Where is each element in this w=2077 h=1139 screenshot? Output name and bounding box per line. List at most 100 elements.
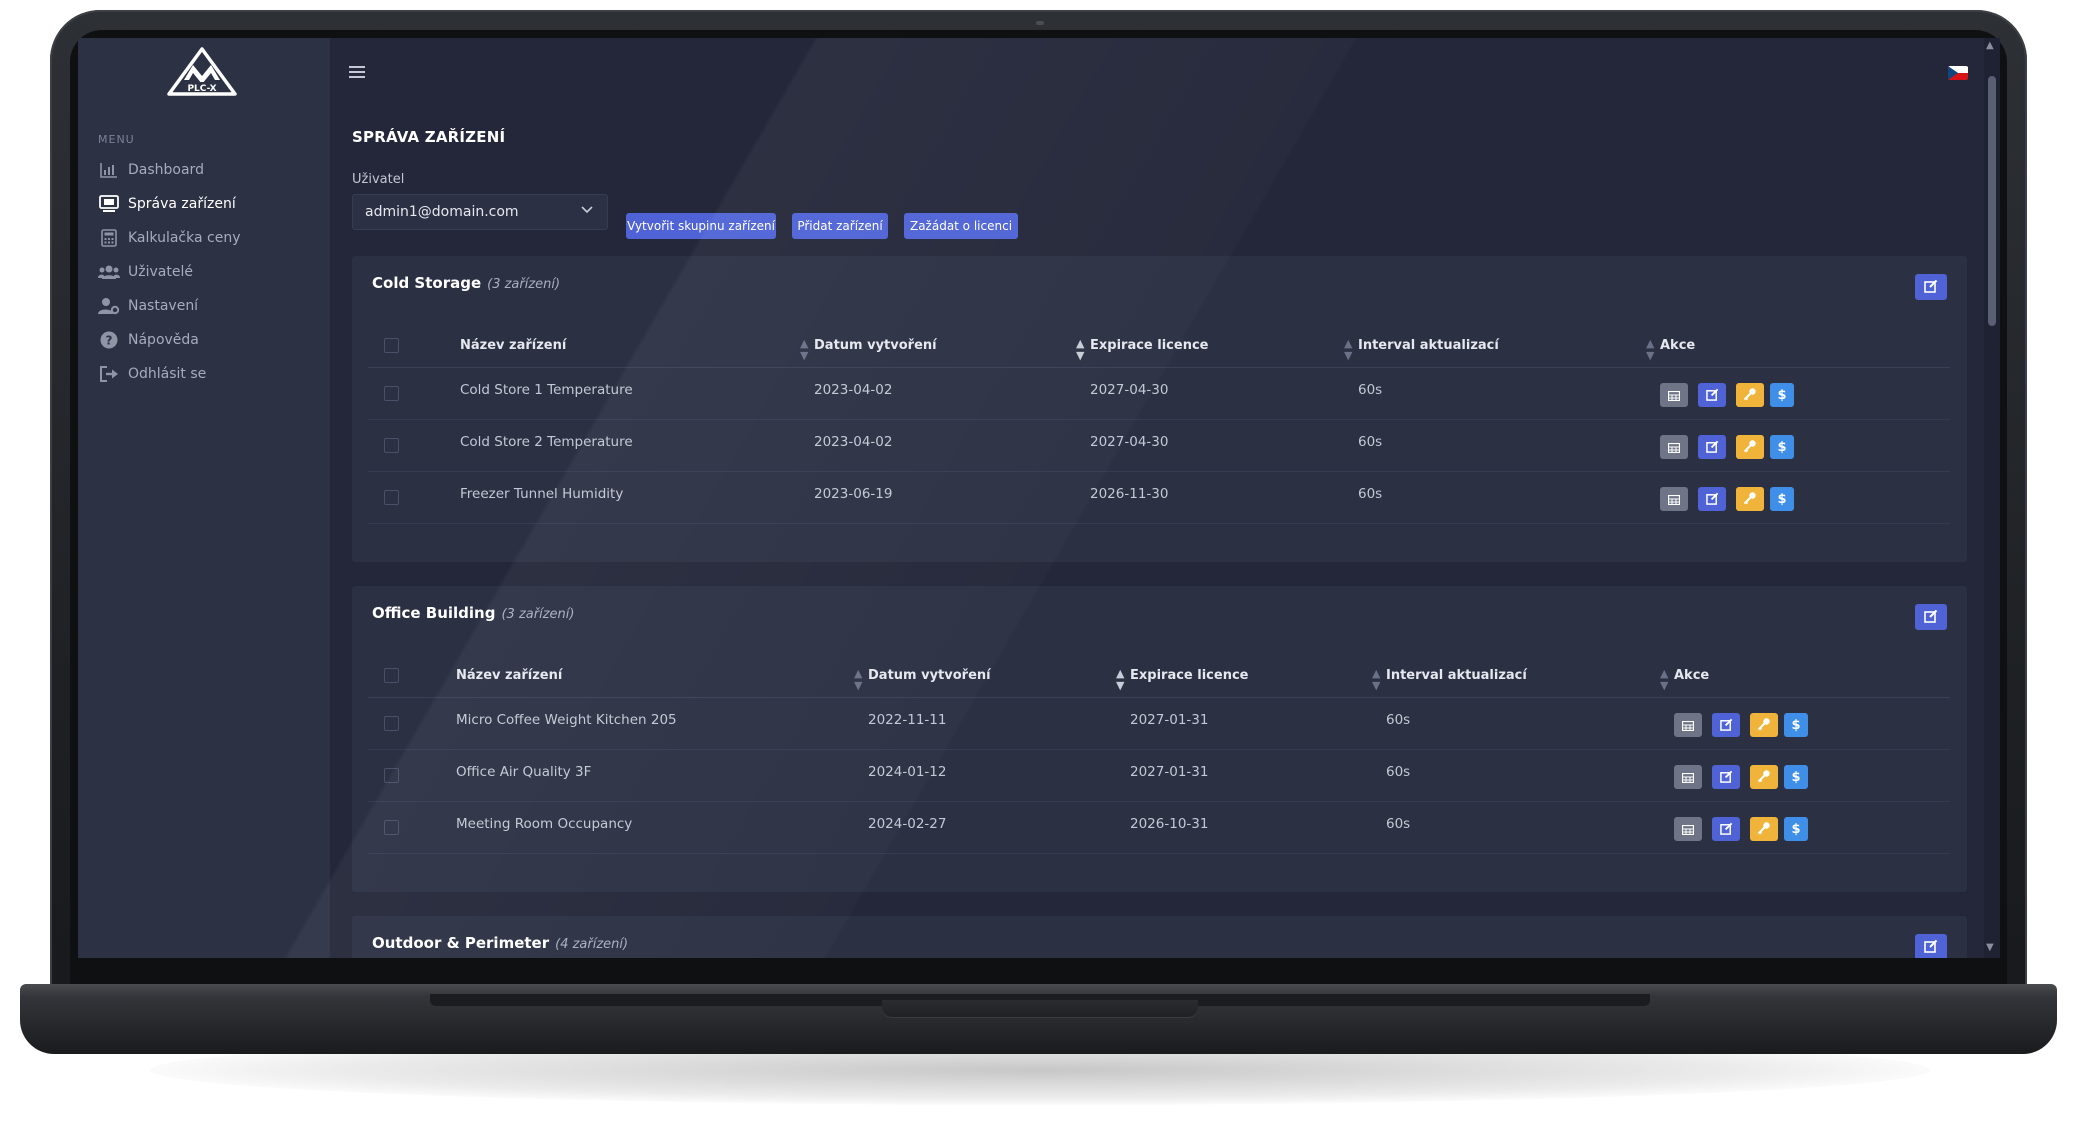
scroll-down-icon[interactable]: ▼ bbox=[1986, 942, 1994, 953]
laptop-mockup: PLC-X MENU Dashboard Správa zařízení Kal… bbox=[0, 0, 2077, 1139]
edit-group-button[interactable] bbox=[1915, 274, 1947, 300]
license-expiry: 2027-04-30 bbox=[1090, 382, 1169, 398]
menu-label: MENU bbox=[98, 133, 135, 146]
request-license-button[interactable]: Zažádat o licenci bbox=[904, 213, 1018, 239]
page-title: SPRÁVA ZAŘÍZENÍ bbox=[352, 128, 506, 146]
select-all-checkbox[interactable] bbox=[384, 338, 399, 353]
row-checkbox[interactable] bbox=[384, 490, 399, 505]
scroll-up-icon[interactable]: ▲ bbox=[1986, 40, 1994, 51]
license-expiry: 2027-01-31 bbox=[1130, 712, 1209, 728]
table-view-button[interactable] bbox=[1660, 435, 1688, 459]
menu-toggle-icon[interactable] bbox=[348, 64, 366, 82]
table-header: Název zařízení ▲ ▼ Datum vytvoření ▲ ▼ Exp… bbox=[368, 654, 1950, 698]
edit-group-button[interactable] bbox=[1915, 604, 1947, 630]
dollar-icon: $ bbox=[1777, 439, 1787, 455]
user-select[interactable]: admin1@domain.com bbox=[352, 194, 608, 230]
edit-icon bbox=[1705, 490, 1719, 509]
created-date: 2024-01-12 bbox=[868, 764, 947, 780]
sort-icon[interactable]: ▲ ▼ bbox=[1344, 338, 1352, 362]
edit-device-button[interactable] bbox=[1698, 383, 1726, 407]
pricing-button[interactable]: $ bbox=[1784, 713, 1808, 737]
group-name: Cold Storage bbox=[372, 274, 482, 292]
device-name: Meeting Room Occupancy bbox=[456, 816, 633, 832]
sidebar: PLC-X MENU Dashboard Správa zařízení Kal… bbox=[78, 38, 330, 958]
app-screen: PLC-X MENU Dashboard Správa zařízení Kal… bbox=[78, 38, 2000, 958]
license-key-button[interactable] bbox=[1750, 765, 1778, 789]
edit-group-button[interactable] bbox=[1915, 934, 1947, 958]
key-icon bbox=[1743, 490, 1757, 509]
update-interval: 60s bbox=[1386, 816, 1411, 832]
add-device-button[interactable]: Přidat zařízení bbox=[792, 213, 888, 239]
row-checkbox[interactable] bbox=[384, 716, 399, 731]
edit-device-button[interactable] bbox=[1698, 435, 1726, 459]
table-row: Freezer Tunnel Humidity 2023-06-19 2026-… bbox=[368, 472, 1950, 524]
table-icon bbox=[1667, 438, 1681, 457]
table-view-button[interactable] bbox=[1674, 765, 1702, 789]
calculator-icon bbox=[98, 227, 120, 249]
row-checkbox[interactable] bbox=[384, 386, 399, 401]
sidebar-item-logout[interactable]: Odhlásit se bbox=[98, 359, 318, 389]
col-header-created[interactable]: Datum vytvoření bbox=[814, 338, 937, 353]
row-checkbox[interactable] bbox=[384, 820, 399, 835]
col-header-expiry[interactable]: Expirace licence bbox=[1130, 668, 1248, 683]
table-view-button[interactable] bbox=[1660, 383, 1688, 407]
edit-icon bbox=[1924, 938, 1938, 957]
device-icon bbox=[98, 193, 120, 215]
table-icon bbox=[1681, 768, 1695, 787]
sidebar-item-users[interactable]: Uživatelé bbox=[98, 257, 318, 287]
row-checkbox[interactable] bbox=[384, 768, 399, 783]
license-key-button[interactable] bbox=[1736, 487, 1764, 511]
license-key-button[interactable] bbox=[1736, 435, 1764, 459]
device-group-card: Office Building (3 zařízení) Název zaříze… bbox=[352, 586, 1967, 892]
col-header-interval[interactable]: Interval aktualizací bbox=[1386, 668, 1527, 683]
table-view-button[interactable] bbox=[1660, 487, 1688, 511]
group-name: Outdoor & Perimeter bbox=[372, 934, 550, 952]
sidebar-item-device-management[interactable]: Správa zařízení bbox=[98, 189, 318, 219]
col-header-expiry[interactable]: Expirace licence bbox=[1090, 338, 1208, 353]
pricing-button[interactable]: $ bbox=[1770, 435, 1794, 459]
edit-device-button[interactable] bbox=[1712, 765, 1740, 789]
create-group-button[interactable]: Vytvořit skupinu zařízení bbox=[626, 213, 776, 239]
sort-icon-active[interactable]: ▲ ▼ bbox=[1076, 338, 1084, 362]
czech-flag-icon[interactable] bbox=[1948, 66, 1968, 80]
edit-device-button[interactable] bbox=[1712, 817, 1740, 841]
table-view-button[interactable] bbox=[1674, 713, 1702, 737]
pricing-button[interactable]: $ bbox=[1770, 383, 1794, 407]
plc-x-logo[interactable]: PLC-X bbox=[166, 46, 238, 98]
edit-icon bbox=[1705, 438, 1719, 457]
sidebar-item-dashboard[interactable]: Dashboard bbox=[98, 155, 318, 185]
sort-icon[interactable]: ▲ ▼ bbox=[1660, 668, 1668, 692]
col-header-name[interactable]: Název zařízení bbox=[460, 338, 566, 353]
pricing-button[interactable]: $ bbox=[1784, 817, 1808, 841]
select-all-checkbox[interactable] bbox=[384, 668, 399, 683]
edit-icon bbox=[1719, 716, 1733, 735]
sidebar-item-price-calculator[interactable]: Kalkulačka ceny bbox=[98, 223, 318, 253]
sort-icon-active[interactable]: ▲ ▼ bbox=[1116, 668, 1124, 692]
sidebar-item-settings[interactable]: Nastavení bbox=[98, 291, 318, 321]
sort-icon[interactable]: ▲ ▼ bbox=[1372, 668, 1380, 692]
logout-icon bbox=[98, 363, 120, 385]
license-key-button[interactable] bbox=[1750, 817, 1778, 841]
pricing-button[interactable]: $ bbox=[1770, 487, 1794, 511]
license-expiry: 2026-11-30 bbox=[1090, 486, 1169, 502]
col-header-name[interactable]: Název zařízení bbox=[456, 668, 562, 683]
license-key-button[interactable] bbox=[1750, 713, 1778, 737]
sort-icon[interactable]: ▲ ▼ bbox=[1646, 338, 1654, 362]
col-header-created[interactable]: Datum vytvoření bbox=[868, 668, 991, 683]
pricing-button[interactable]: $ bbox=[1784, 765, 1808, 789]
edit-device-button[interactable] bbox=[1698, 487, 1726, 511]
col-header-interval[interactable]: Interval aktualizací bbox=[1358, 338, 1499, 353]
license-key-button[interactable] bbox=[1736, 383, 1764, 407]
table-view-button[interactable] bbox=[1674, 817, 1702, 841]
row-checkbox[interactable] bbox=[384, 438, 399, 453]
sidebar-item-label: Kalkulačka ceny bbox=[128, 230, 241, 246]
sort-icon[interactable]: ▲ ▼ bbox=[854, 668, 862, 692]
sort-icon[interactable]: ▲ ▼ bbox=[800, 338, 808, 362]
scrollbar-thumb[interactable] bbox=[1988, 76, 1996, 326]
sidebar-item-help[interactable]: ? Nápověda bbox=[98, 325, 318, 355]
sidebar-item-label: Nápověda bbox=[128, 332, 199, 348]
created-date: 2023-04-02 bbox=[814, 382, 893, 398]
edit-icon bbox=[1924, 278, 1938, 297]
edit-device-button[interactable] bbox=[1712, 713, 1740, 737]
update-interval: 60s bbox=[1358, 486, 1383, 502]
